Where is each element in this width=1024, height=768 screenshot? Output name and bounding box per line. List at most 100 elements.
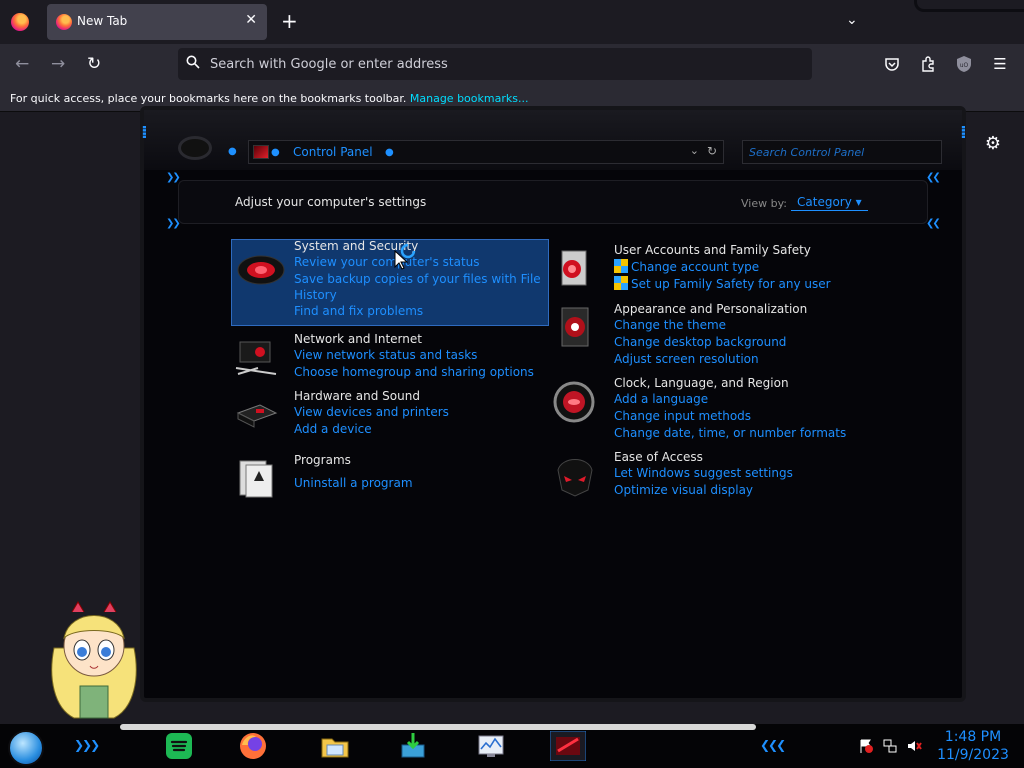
- search-control-panel[interactable]: [742, 140, 942, 164]
- search-input[interactable]: [743, 141, 913, 164]
- start-button[interactable]: [8, 730, 44, 766]
- chevron-left-icon: ❮❮: [926, 218, 941, 229]
- control-panel-window: ● ● Control Panel ● ⌄ ↻ ❯❯ ❮❮ ❯❯ ❮❮ Adju…: [140, 106, 967, 702]
- resource-monitor-icon[interactable]: [476, 731, 506, 761]
- loading-spinner-icon: [400, 243, 416, 259]
- category-appearance[interactable]: Appearance and Personalization Change th…: [552, 302, 852, 366]
- link-devices-printers[interactable]: View devices and printers: [294, 405, 449, 419]
- clock-region-icon: [553, 381, 595, 423]
- new-tab-button[interactable]: +: [281, 9, 298, 33]
- hardware-icon: [236, 404, 278, 428]
- chevron-down-icon[interactable]: ⌄: [690, 144, 699, 157]
- category-system-security[interactable]: System and Security Review your computer…: [231, 239, 549, 326]
- dot-icon: ●: [385, 147, 394, 158]
- nav-bar: ← → ↻ uO ☰: [0, 44, 1024, 86]
- category-hardware-sound[interactable]: Hardware and Sound View devices and prin…: [232, 389, 550, 439]
- link-add-language[interactable]: Add a language: [614, 392, 708, 406]
- link-change-theme[interactable]: Change the theme: [614, 318, 726, 332]
- url-input[interactable]: [210, 52, 790, 76]
- link-backup[interactable]: Save backup copies of your files with Fi…: [294, 272, 541, 286]
- refresh-icon[interactable]: ↻: [707, 144, 717, 158]
- view-by-label: View by:: [741, 197, 787, 210]
- volume-muted-icon[interactable]: [906, 738, 922, 754]
- firefox-favicon-icon: [56, 14, 72, 30]
- taskbar-accent: [120, 724, 756, 730]
- category-clock-region[interactable]: Clock, Language, and Region Add a langua…: [552, 376, 852, 440]
- link-input-methods[interactable]: Change input methods: [614, 409, 751, 423]
- dot-icon: ●: [228, 146, 237, 157]
- chevron-icon: ❮❮❮: [760, 738, 786, 752]
- link-family-safety[interactable]: Set up Family Safety for any user: [614, 276, 831, 291]
- back-arrow-icon[interactable]: ←: [15, 54, 29, 74]
- control-panel-icon: [253, 145, 269, 159]
- spotify-icon[interactable]: [164, 731, 194, 761]
- link-homegroup[interactable]: Choose homegroup and sharing options: [294, 365, 534, 379]
- download-manager-icon[interactable]: [398, 731, 428, 761]
- content-header: Adjust your computer's settings View by:…: [178, 180, 928, 224]
- link-screen-resolution[interactable]: Adjust screen resolution: [614, 352, 759, 366]
- chevron-icon: ❯❯❯: [74, 738, 100, 752]
- close-tab-icon[interactable]: ✕: [245, 12, 257, 28]
- uac-shield-icon: [614, 259, 628, 273]
- theme-decoration: [914, 0, 1024, 12]
- menu-icon[interactable]: ☰: [991, 55, 1009, 73]
- chevron-right-icon: ❯❯: [166, 218, 181, 229]
- svg-text:uO: uO: [960, 62, 969, 69]
- dot-icon: ●: [271, 147, 280, 158]
- system-security-icon: [237, 255, 285, 285]
- file-explorer-icon[interactable]: [320, 731, 350, 761]
- extensions-icon[interactable]: [919, 55, 937, 73]
- tab-bar: New Tab ✕ + ⌄: [0, 0, 1024, 44]
- search-icon: [186, 55, 200, 69]
- link-find-fix[interactable]: Find and fix problems: [294, 304, 423, 318]
- link-suggest-settings[interactable]: Let Windows suggest settings: [614, 466, 793, 480]
- control-panel-taskbar-icon[interactable]: [550, 731, 586, 761]
- chevron-left-icon: ❮❮: [926, 172, 941, 183]
- uac-shield-icon: [614, 276, 628, 290]
- link-history[interactable]: History: [294, 288, 337, 302]
- back-orb-icon[interactable]: [178, 136, 212, 160]
- category-network-internet[interactable]: Network and Internet View network status…: [232, 332, 550, 382]
- user-accounts-icon: [561, 250, 587, 286]
- manage-bookmarks-link[interactable]: Manage bookmarks...: [410, 92, 529, 105]
- link-date-time-formats[interactable]: Change date, time, or number formats: [614, 426, 846, 440]
- link-review-status[interactable]: Review your computer's status: [294, 255, 480, 269]
- link-desktop-background[interactable]: Change desktop background: [614, 335, 786, 349]
- clock-time: 1:48 PM: [944, 729, 1002, 745]
- side-accent: ⁞: [141, 122, 148, 143]
- network-tray-icon[interactable]: [882, 738, 898, 754]
- bookmarks-message: For quick access, place your bookmarks h…: [10, 92, 529, 105]
- pocket-icon[interactable]: [883, 55, 901, 73]
- link-network-status[interactable]: View network status and tasks: [294, 348, 477, 362]
- category-user-accounts[interactable]: User Accounts and Family Safety Change a…: [552, 243, 852, 293]
- tab-title: New Tab: [77, 14, 128, 28]
- gear-icon[interactable]: ⚙: [983, 134, 1003, 154]
- action-center-flag-icon[interactable]: [858, 738, 874, 754]
- side-accent: ⁞: [960, 122, 967, 143]
- firefox-logo-icon: [11, 13, 29, 31]
- control-panel-header: ● ● Control Panel ● ⌄ ↻: [144, 110, 962, 170]
- forward-arrow-icon[interactable]: →: [51, 54, 65, 74]
- category-ease-of-access[interactable]: Ease of Access Let Windows suggest setti…: [552, 450, 852, 500]
- link-add-device[interactable]: Add a device: [294, 422, 372, 436]
- ublock-shield-icon[interactable]: uO: [955, 55, 973, 73]
- chevron-down-icon[interactable]: ⌄: [846, 12, 858, 28]
- view-by-select[interactable]: Category ▾: [791, 194, 868, 211]
- clock-date: 11/9/2023: [937, 747, 1009, 763]
- firefox-taskbar-icon[interactable]: [238, 731, 268, 761]
- chevron-right-icon: ❯❯: [166, 172, 181, 183]
- url-bar[interactable]: [178, 48, 812, 80]
- taskbar-clock[interactable]: 1:48 PM 11/9/2023: [930, 728, 1016, 764]
- cartoon-character-sticker: [51, 601, 137, 719]
- appearance-icon: [561, 307, 589, 347]
- reload-icon[interactable]: ↻: [87, 54, 101, 74]
- address-bar[interactable]: ● Control Panel ● ⌄ ↻: [248, 140, 724, 164]
- link-optimize-display[interactable]: Optimize visual display: [614, 483, 753, 497]
- network-icon: [235, 341, 277, 375]
- link-change-account-type[interactable]: Change account type: [614, 259, 759, 274]
- page-title: Adjust your computer's settings: [235, 195, 427, 209]
- programs-icon: [239, 460, 273, 498]
- tab-new-tab[interactable]: New Tab ✕: [47, 4, 267, 40]
- link-uninstall[interactable]: Uninstall a program: [294, 476, 413, 490]
- category-programs[interactable]: Programs Uninstall a program: [232, 453, 550, 503]
